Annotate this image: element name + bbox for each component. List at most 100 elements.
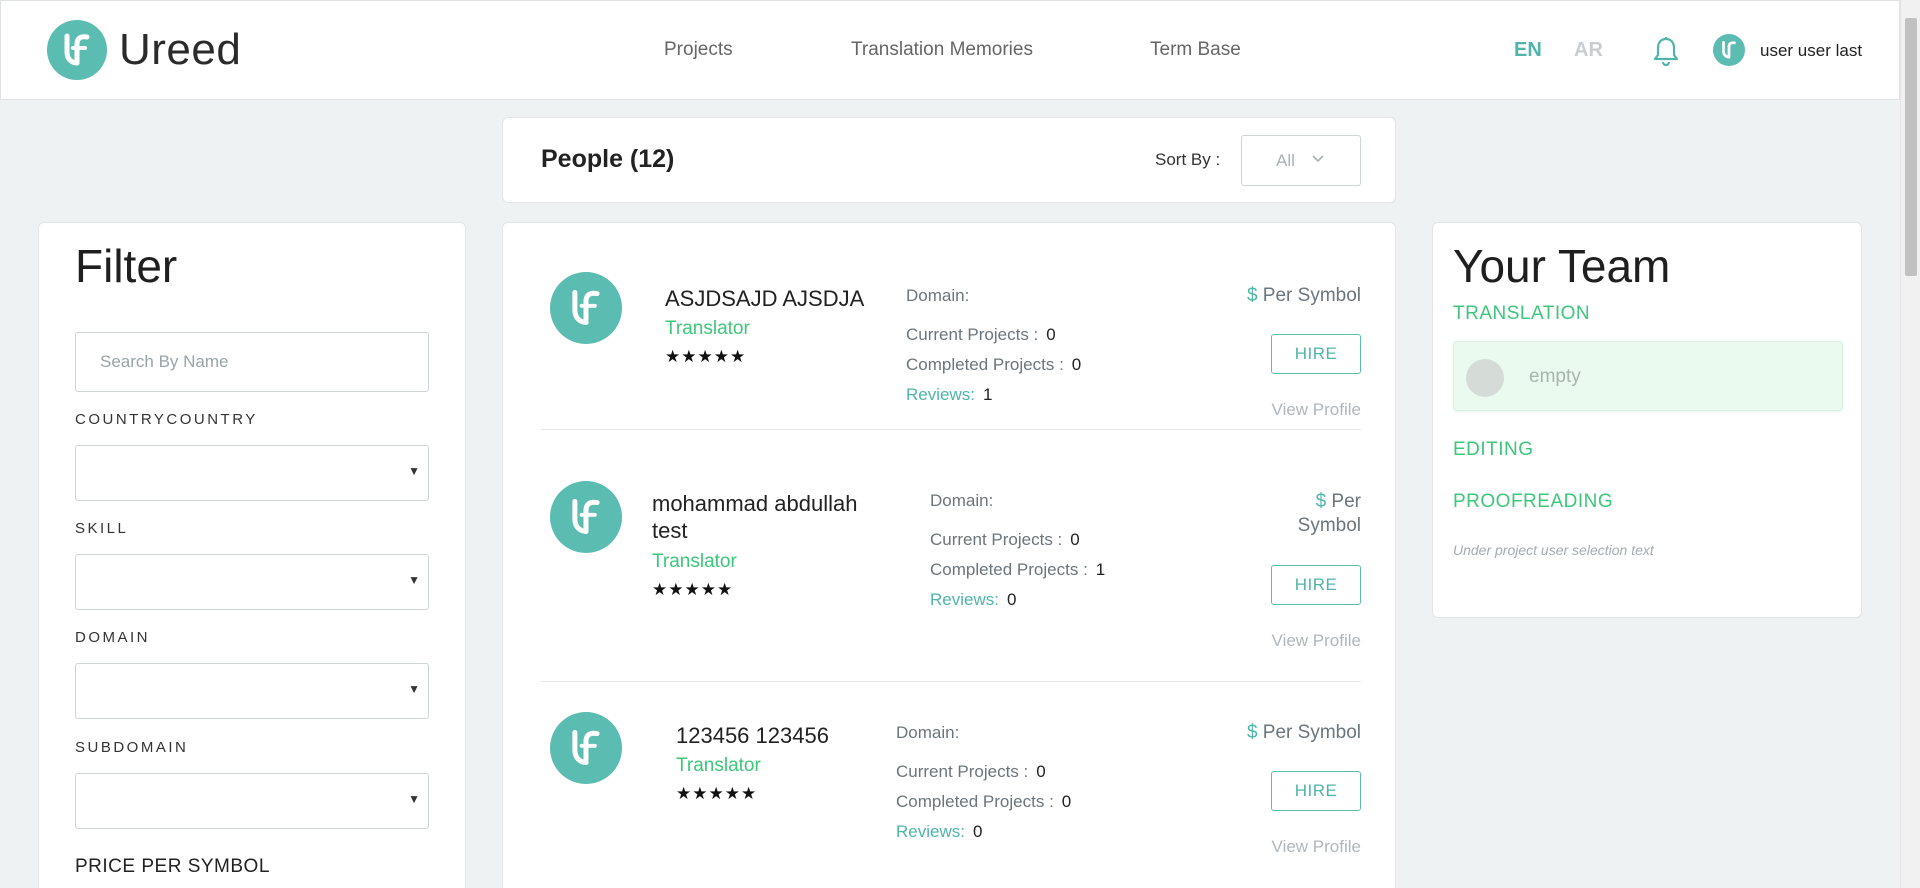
- nav-term-base[interactable]: Term Base: [1150, 39, 1241, 61]
- filter-title: Filter: [75, 240, 178, 292]
- reviews[interactable]: Reviews: 1: [906, 385, 992, 405]
- current-projects: Current Projects : 0: [896, 762, 1046, 782]
- completed-projects: Completed Projects : 0: [906, 355, 1081, 375]
- completed-projects: Completed Projects : 1: [930, 560, 1105, 580]
- user-name[interactable]: user user last: [1760, 41, 1862, 61]
- reviews-count: 0: [972, 822, 983, 841]
- current-projects: Current Projects : 0: [930, 530, 1080, 550]
- people-header: People (12) Sort By : All: [502, 117, 1396, 203]
- view-profile-link[interactable]: View Profile: [1272, 837, 1361, 857]
- completed-projects-count: 1: [1095, 560, 1106, 579]
- reviews[interactable]: Reviews: 0: [930, 590, 1016, 610]
- view-profile-link[interactable]: View Profile: [1272, 631, 1361, 651]
- completed-projects: Completed Projects : 0: [896, 792, 1071, 812]
- divider: [541, 429, 1361, 430]
- dollar-sign: $: [1246, 722, 1258, 743]
- current-projects-count: 0: [1070, 530, 1080, 549]
- person-avatar-icon[interactable]: [550, 272, 622, 344]
- sort-by-select[interactable]: All: [1241, 135, 1361, 186]
- price-per-symbol: $ Per Symbol: [1291, 490, 1361, 538]
- lang-ar[interactable]: AR: [1574, 39, 1603, 62]
- completed-projects-label: Completed Projects :: [906, 355, 1064, 374]
- domain-label: DOMAIN: [75, 629, 150, 646]
- price-unit: Per Symbol: [1262, 285, 1361, 306]
- rating-stars-icon: ★★★★★: [652, 580, 734, 599]
- reviews-label: Reviews:: [896, 822, 965, 841]
- reviews-count: 1: [982, 385, 993, 404]
- dollar-sign: $: [1315, 491, 1327, 512]
- hire-button[interactable]: HIRE: [1271, 565, 1361, 605]
- price-unit: Per Symbol: [1262, 722, 1361, 743]
- person-name[interactable]: mohammad abdullah test: [652, 490, 872, 544]
- person-card: 123456 123456 Translator ★★★★★ Domain: C…: [541, 682, 1361, 888]
- people-list: ASJDSAJD AJSDJA Translator ★★★★★ Domain:…: [502, 222, 1396, 888]
- lang-en[interactable]: EN: [1514, 39, 1542, 62]
- price-per-symbol: $ Per Symbol: [1247, 285, 1361, 307]
- price-per-symbol-label: PRICE PER SYMBOL: [75, 856, 270, 877]
- price-unit: Per Symbol: [1297, 491, 1361, 536]
- subdomain-select[interactable]: ▼: [75, 773, 429, 829]
- person-avatar-icon[interactable]: [550, 481, 622, 553]
- scrollbar-thumb[interactable]: [1905, 18, 1917, 276]
- completed-projects-label: Completed Projects :: [896, 792, 1054, 811]
- sort-by-label: Sort By :: [1155, 150, 1221, 169]
- slot-empty-text: empty: [1529, 366, 1581, 387]
- hire-button[interactable]: HIRE: [1271, 334, 1361, 374]
- current-projects: Current Projects : 0: [906, 325, 1056, 345]
- caret-down-icon: ▼: [408, 464, 420, 478]
- caret-down-icon: ▼: [408, 792, 420, 806]
- domain-select[interactable]: ▼: [75, 663, 429, 719]
- hire-button[interactable]: HIRE: [1271, 771, 1361, 811]
- reviews[interactable]: Reviews: 0: [896, 822, 982, 842]
- top-navbar: Ureed Projects Translation Memories Term…: [0, 0, 1900, 100]
- country-select[interactable]: ▼: [75, 445, 429, 501]
- search-by-name-input[interactable]: [75, 332, 429, 392]
- caret-down-icon: ▼: [408, 682, 420, 696]
- notification-bell-icon[interactable]: [1651, 35, 1681, 72]
- view-profile-link[interactable]: View Profile: [1272, 400, 1361, 420]
- price-per-symbol: $ Per Symbol: [1247, 722, 1361, 744]
- nav-translation-memories[interactable]: Translation Memories: [851, 39, 1033, 61]
- dollar-sign: $: [1246, 285, 1258, 306]
- placeholder-avatar: [1466, 359, 1504, 397]
- completed-projects-count: 0: [1061, 792, 1072, 811]
- person-card: mohammad abdullah test Translator ★★★★★ …: [541, 451, 1361, 682]
- domain-label: Domain:: [906, 286, 970, 305]
- nav-projects[interactable]: Projects: [664, 39, 733, 61]
- person-name[interactable]: ASJDSAJD AJSDJA: [665, 285, 865, 312]
- person-name[interactable]: 123456 123456: [676, 722, 876, 749]
- person-role: Translator: [652, 551, 737, 572]
- chevron-down-icon: [1312, 150, 1324, 170]
- rating-stars-icon: ★★★★★: [676, 784, 758, 803]
- team-member-slot[interactable]: empty: [1453, 341, 1843, 411]
- completed-projects-count: 0: [1071, 355, 1082, 374]
- team-section-translation: TRANSLATION: [1453, 303, 1591, 324]
- logo-text: Ureed: [119, 25, 242, 74]
- person-role: Translator: [665, 318, 750, 339]
- page-scrollbar[interactable]: [1900, 0, 1920, 888]
- filter-panel: Filter COUNTRYCOUNTRY ▼ SKILL ▼ DOMAIN ▼…: [38, 222, 466, 888]
- sort-value: All: [1276, 151, 1295, 170]
- current-projects-count: 0: [1046, 325, 1056, 344]
- subdomain-label: SUBDOMAIN: [75, 739, 189, 756]
- reviews-count: 0: [1006, 590, 1017, 609]
- team-note: Under project user selection text: [1453, 542, 1654, 558]
- person-avatar-icon[interactable]: [550, 712, 622, 784]
- your-team-panel: Your Team TRANSLATION empty EDITING PROO…: [1432, 222, 1862, 618]
- domain-label: Domain:: [930, 491, 994, 510]
- country-label: COUNTRYCOUNTRY: [75, 411, 258, 428]
- people-count-title: People (12): [541, 145, 675, 173]
- ureed-logo-icon: [47, 20, 107, 80]
- team-section-editing: EDITING: [1453, 439, 1534, 460]
- person-card: ASJDSAJD AJSDJA Translator ★★★★★ Domain:…: [541, 223, 1361, 430]
- caret-down-icon: ▼: [408, 573, 420, 587]
- user-avatar[interactable]: [1713, 34, 1745, 66]
- logo[interactable]: Ureed: [47, 20, 241, 80]
- reviews-label: Reviews:: [930, 590, 999, 609]
- reviews-label: Reviews:: [906, 385, 975, 404]
- current-projects-count: 0: [1036, 762, 1046, 781]
- rating-stars-icon: ★★★★★: [665, 347, 747, 366]
- team-section-proofreading: PROOFREADING: [1453, 491, 1614, 512]
- your-team-title: Your Team: [1453, 240, 1671, 292]
- skill-select[interactable]: ▼: [75, 554, 429, 610]
